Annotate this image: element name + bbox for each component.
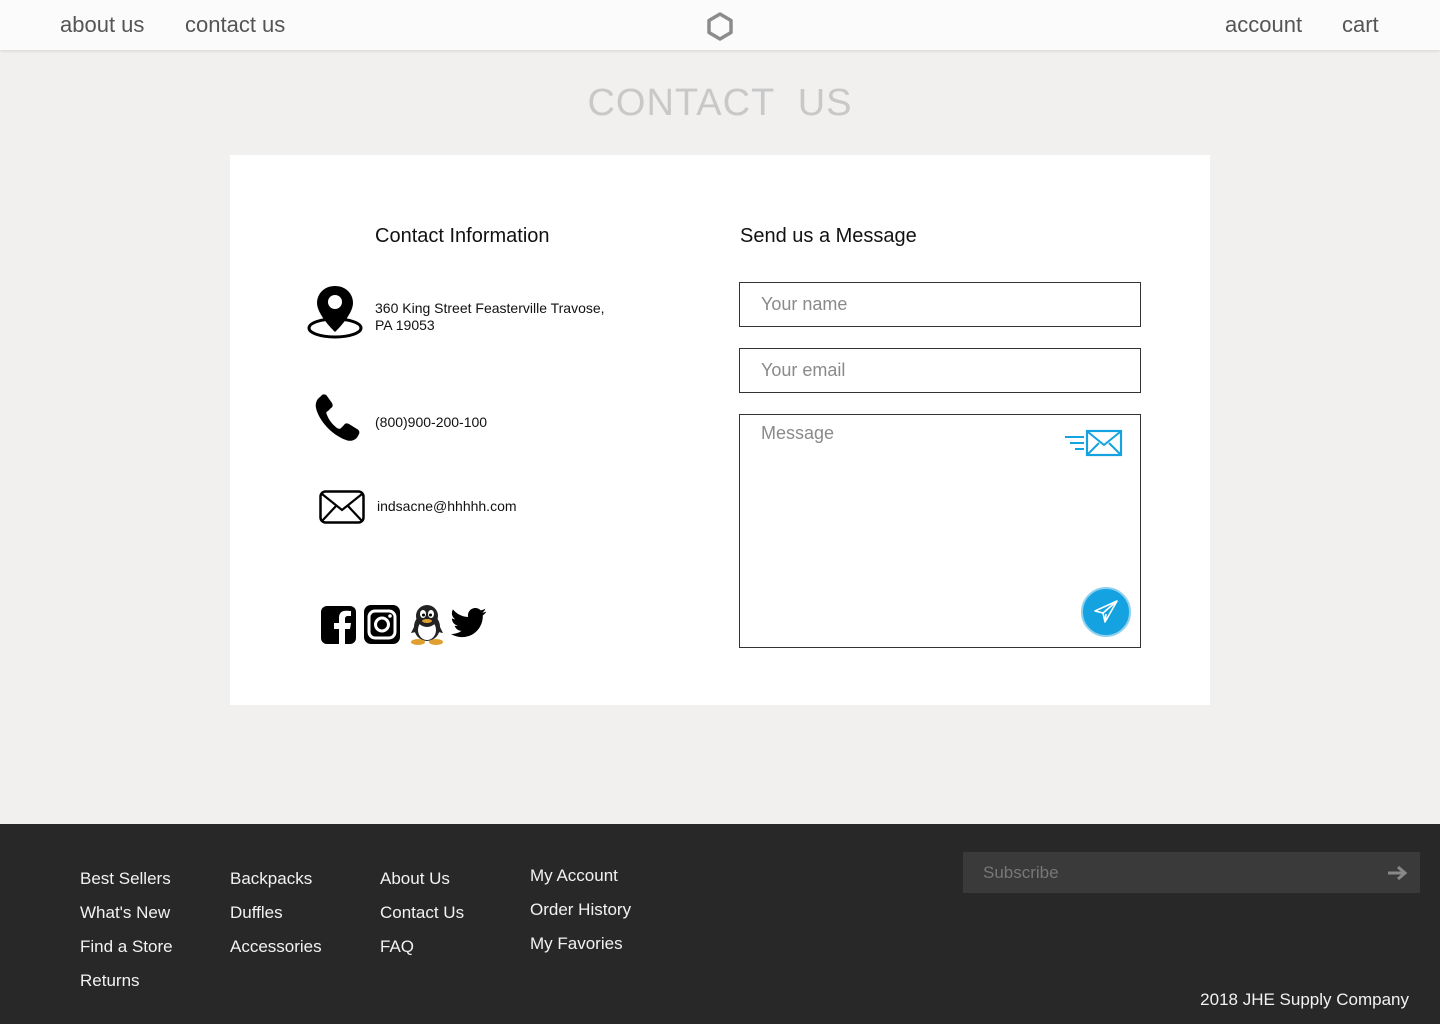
footer-link-backpacks[interactable]: Backpacks: [230, 869, 312, 889]
footer: Best Sellers What's New Find a Store Ret…: [0, 824, 1440, 1024]
instagram-icon[interactable]: [364, 605, 400, 649]
twitter-icon[interactable]: [450, 607, 487, 644]
email-input[interactable]: [739, 348, 1141, 393]
subscribe-input[interactable]: [963, 852, 1373, 893]
phone-text: (800)900-200-100: [375, 414, 488, 430]
footer-link-whats-new[interactable]: What's New: [80, 903, 170, 923]
phone-icon: [314, 393, 362, 448]
footer-link-contact-us[interactable]: Contact Us: [380, 903, 464, 923]
send-message-button[interactable]: [1081, 587, 1131, 637]
footer-link-find-a-store[interactable]: Find a Store: [80, 937, 173, 957]
envelope-icon: [319, 490, 365, 529]
name-input[interactable]: [739, 282, 1141, 327]
email-text: indsacne@hhhhh.com: [377, 498, 517, 514]
nav-about-us[interactable]: about us: [60, 12, 144, 38]
qq-penguin-icon[interactable]: [409, 603, 445, 650]
address-text: 360 King Street Feasterville Travose, PA…: [375, 300, 605, 334]
footer-link-my-favories[interactable]: My Favories: [530, 934, 623, 954]
footer-link-order-history[interactable]: Order History: [530, 900, 631, 920]
message-form-heading: Send us a Message: [740, 225, 917, 247]
nav-cart[interactable]: cart: [1342, 12, 1379, 38]
footer-link-faq[interactable]: FAQ: [380, 937, 414, 957]
hexagon-logo-icon[interactable]: [706, 11, 734, 41]
footer-link-best-sellers[interactable]: Best Sellers: [80, 869, 171, 889]
paper-plane-icon: [1094, 600, 1118, 623]
nav-account[interactable]: account: [1225, 12, 1302, 38]
map-pin-icon: [307, 284, 363, 345]
address-line-2: PA 19053: [375, 317, 435, 333]
footer-link-returns[interactable]: Returns: [80, 971, 140, 991]
top-navbar: about us contact us account cart: [0, 0, 1440, 50]
contact-info-heading: Contact Information: [375, 225, 550, 247]
copyright-text: 2018 JHE Supply Company: [1200, 990, 1409, 1009]
footer-link-accessories[interactable]: Accessories: [230, 937, 322, 957]
nav-contact-us[interactable]: contact us: [185, 12, 285, 38]
footer-link-duffles[interactable]: Duffles: [230, 903, 283, 923]
address-line-1: 360 King Street Feasterville Travose,: [375, 300, 605, 316]
flying-envelope-icon: [1063, 428, 1123, 463]
contact-card: Contact Information 360 King Street Feas…: [230, 155, 1210, 705]
page-title: CONTACT US: [587, 82, 853, 124]
arrow-right-icon[interactable]: [1387, 864, 1409, 882]
subscribe-box: [963, 852, 1420, 893]
footer-link-about-us[interactable]: About Us: [380, 869, 450, 889]
facebook-icon[interactable]: [321, 606, 356, 649]
footer-link-my-account[interactable]: My Account: [530, 866, 618, 886]
